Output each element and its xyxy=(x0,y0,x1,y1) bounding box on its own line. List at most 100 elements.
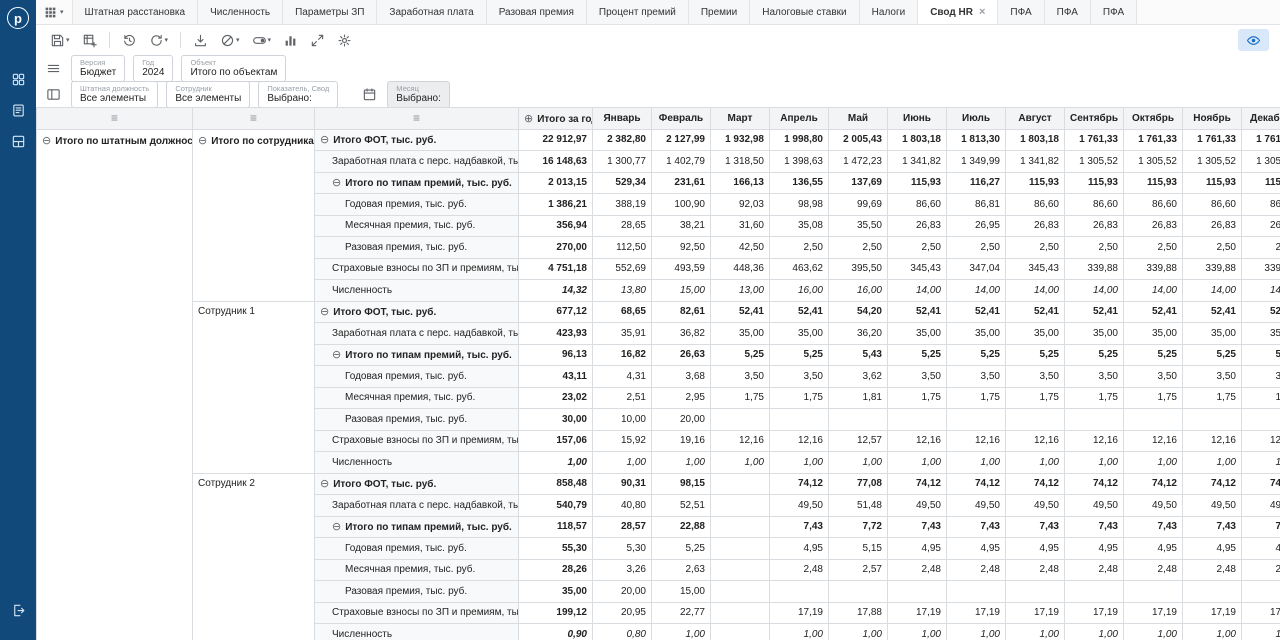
sidebar-modules-button[interactable] xyxy=(5,128,31,154)
rows-menu-button[interactable] xyxy=(44,61,63,76)
month-value-cell[interactable]: 12,16 xyxy=(1183,430,1242,452)
month-value-cell[interactable]: 26,83 xyxy=(1006,215,1065,237)
month-value-cell[interactable]: 7,43 xyxy=(1065,516,1124,538)
total-value-cell[interactable]: 35,00 xyxy=(519,581,593,603)
total-column-header[interactable]: ⊕Итого за год xyxy=(519,108,593,130)
column-menu-header[interactable]: ≡ xyxy=(315,108,519,130)
collapse-node-icon[interactable]: ⊖ xyxy=(320,133,329,146)
month-value-cell[interactable]: 26,83 xyxy=(888,215,947,237)
month-value-cell[interactable]: 38,21 xyxy=(652,215,711,237)
month-value-cell[interactable]: 3,50 xyxy=(1183,366,1242,388)
month-value-cell[interactable]: 2,51 xyxy=(593,387,652,409)
column-menu-header[interactable]: ≡ xyxy=(37,108,193,130)
month-value-cell[interactable]: 2 127,99 xyxy=(652,129,711,151)
collapse-node-icon[interactable]: ⊖ xyxy=(320,477,329,490)
month-column-header[interactable]: Апрель xyxy=(770,108,829,130)
collapse-node-icon[interactable]: ⊖ xyxy=(332,176,341,189)
month-value-cell[interactable]: 86,60 xyxy=(1065,194,1124,216)
month-value-cell[interactable]: 1,00 xyxy=(1124,452,1183,474)
month-value-cell[interactable]: 12,16 xyxy=(770,430,829,452)
tab-6[interactable]: Процент премий xyxy=(587,0,689,24)
month-value-cell[interactable]: 1,75 xyxy=(1006,387,1065,409)
month-value-cell[interactable]: 5,25 xyxy=(1065,344,1124,366)
month-value-cell[interactable]: 12,16 xyxy=(1065,430,1124,452)
month-value-cell[interactable]: 42,50 xyxy=(711,237,770,259)
month-value-cell[interactable]: 52,41 xyxy=(947,301,1006,323)
month-value-cell[interactable]: 1,75 xyxy=(888,387,947,409)
month-value-cell[interactable] xyxy=(770,581,829,603)
month-value-cell[interactable] xyxy=(711,473,770,495)
month-value-cell[interactable]: 0,80 xyxy=(593,624,652,640)
total-value-cell[interactable]: 96,13 xyxy=(519,344,593,366)
month-value-cell[interactable]: 1 803,18 xyxy=(888,129,947,151)
month-value-cell[interactable]: 12,16 xyxy=(1242,430,1280,452)
month-value-cell[interactable]: 35,00 xyxy=(947,323,1006,345)
month-value-cell[interactable]: 86,60 xyxy=(888,194,947,216)
month-value-cell[interactable]: 16,82 xyxy=(593,344,652,366)
tab-4[interactable]: Заработная плата xyxy=(377,0,486,24)
month-value-cell[interactable]: 52,51 xyxy=(652,495,711,517)
month-value-cell[interactable] xyxy=(1242,581,1280,603)
month-value-cell[interactable]: 1,81 xyxy=(829,387,888,409)
total-value-cell[interactable]: 22 912,97 xyxy=(519,129,593,151)
month-value-cell[interactable]: 98,15 xyxy=(652,473,711,495)
month-value-cell[interactable]: 1,00 xyxy=(652,452,711,474)
month-value-cell[interactable]: 345,43 xyxy=(888,258,947,280)
month-value-cell[interactable] xyxy=(711,495,770,517)
total-value-cell[interactable]: 118,57 xyxy=(519,516,593,538)
month-value-cell[interactable]: 2,50 xyxy=(888,237,947,259)
month-value-cell[interactable]: 388,19 xyxy=(593,194,652,216)
month-value-cell[interactable]: 3,50 xyxy=(711,366,770,388)
month-value-cell[interactable]: 49,50 xyxy=(947,495,1006,517)
month-value-cell[interactable]: 74,12 xyxy=(888,473,947,495)
total-value-cell[interactable]: 858,48 xyxy=(519,473,593,495)
month-value-cell[interactable]: 35,00 xyxy=(1006,323,1065,345)
month-value-cell[interactable]: 10,00 xyxy=(593,409,652,431)
month-value-cell[interactable]: 1,00 xyxy=(1183,624,1242,640)
month-value-cell[interactable]: 1,75 xyxy=(770,387,829,409)
month-value-cell[interactable]: 339,88 xyxy=(1183,258,1242,280)
month-value-cell[interactable]: 3,26 xyxy=(593,559,652,581)
month-value-cell[interactable]: 1,00 xyxy=(770,624,829,640)
month-value-cell[interactable]: 1,00 xyxy=(947,624,1006,640)
expand-arrows-button[interactable] xyxy=(307,29,328,51)
tab-12[interactable]: ПФА xyxy=(1045,0,1091,24)
month-value-cell[interactable]: 1,00 xyxy=(770,452,829,474)
total-value-cell[interactable]: 356,94 xyxy=(519,215,593,237)
total-value-cell[interactable]: 1 386,21 xyxy=(519,194,593,216)
month-value-cell[interactable]: 92,50 xyxy=(652,237,711,259)
month-value-cell[interactable]: 1,00 xyxy=(888,624,947,640)
month-value-cell[interactable]: 1,00 xyxy=(1242,452,1280,474)
sidebar-apps-grid-button[interactable] xyxy=(5,66,31,92)
month-value-cell[interactable]: 166,13 xyxy=(711,172,770,194)
month-value-cell[interactable] xyxy=(1183,581,1242,603)
month-value-cell[interactable]: 115,93 xyxy=(1242,172,1280,194)
save-button[interactable]: ▾ xyxy=(47,29,73,51)
month-value-cell[interactable]: 13,80 xyxy=(593,280,652,302)
month-value-cell[interactable]: 1 998,80 xyxy=(770,129,829,151)
month-value-cell[interactable]: 74,12 xyxy=(1006,473,1065,495)
month-value-cell[interactable]: 2,50 xyxy=(1242,237,1280,259)
month-value-cell[interactable] xyxy=(711,409,770,431)
month-value-cell[interactable]: 5,25 xyxy=(711,344,770,366)
month-value-cell[interactable]: 26,83 xyxy=(1124,215,1183,237)
month-value-cell[interactable]: 3,50 xyxy=(1065,366,1124,388)
month-value-cell[interactable]: 5,30 xyxy=(593,538,652,560)
month-value-cell[interactable]: 51,48 xyxy=(829,495,888,517)
month-value-cell[interactable]: 86,81 xyxy=(947,194,1006,216)
filter-chip[interactable]: МесяцВыбрано: xyxy=(387,81,450,108)
month-value-cell[interactable]: 20,95 xyxy=(593,602,652,624)
month-value-cell[interactable]: 14,00 xyxy=(1183,280,1242,302)
filter-chip[interactable]: СотрудникВсе элементы xyxy=(166,81,250,108)
filter-chip[interactable]: ВерсияБюджет xyxy=(71,55,125,82)
month-value-cell[interactable]: 1,00 xyxy=(829,452,888,474)
month-value-cell[interactable]: 1 300,77 xyxy=(593,151,652,173)
month-value-cell[interactable]: 2,50 xyxy=(1124,237,1183,259)
month-value-cell[interactable] xyxy=(711,516,770,538)
month-value-cell[interactable]: 2,50 xyxy=(829,237,888,259)
month-value-cell[interactable]: 35,00 xyxy=(770,323,829,345)
month-value-cell[interactable] xyxy=(711,581,770,603)
column-menu-icon[interactable]: ≡ xyxy=(250,111,257,125)
month-value-cell[interactable]: 5,25 xyxy=(947,344,1006,366)
month-value-cell[interactable]: 339,88 xyxy=(1124,258,1183,280)
